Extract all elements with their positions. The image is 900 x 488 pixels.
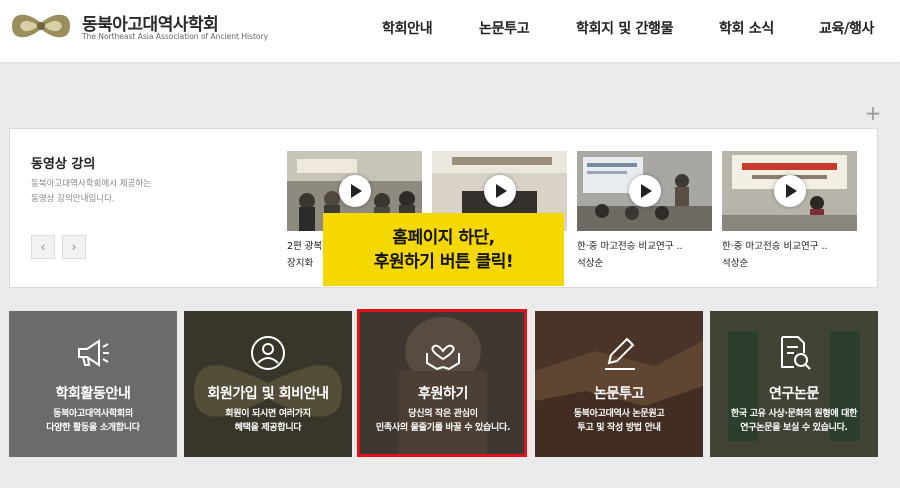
tile-desc-line: 동북아고대역사학회의 [53,409,133,419]
pen-icon [605,337,635,370]
video-author: 석상순 [722,258,749,269]
document-search-icon [781,336,811,370]
nav-education[interactable]: 교육/행사 [819,18,874,38]
nav-news[interactable]: 학회 소식 [719,18,774,38]
play-icon[interactable] [628,175,661,207]
heart-hands-icon [426,344,460,371]
tile-donate[interactable]: 후원하기 당신의 작은 관심이 민족사의 물줄기를 바꿀 수 있습니다. [359,311,527,457]
brand-subtitle: The Northeast Asia Association of Ancien… [82,32,269,41]
tile-desc: 당신의 작은 관심이 민족사의 물줄기를 바꿀 수 있습니다. [359,407,527,435]
megaphone-icon [78,339,109,367]
site-header: 동북아고대역사학회 The Northeast Asia Association… [0,0,900,62]
tile-desc: 회원이 되시면 여러가지 혜택을 제공합니다 [184,407,352,435]
tile-desc: 동북아고대역사학회의 다양한 활동을 소개합니다 [9,407,177,435]
callout-line: 홈페이지 하단, [392,227,495,248]
tile-desc-line: 혜택을 제공합니다 [234,423,302,433]
play-icon[interactable] [483,175,516,207]
tile-title: 학회활동안내 [55,386,131,402]
tile-desc: 동북아고대역사 논문원고 투고 및 작성 방법 안내 [535,407,703,435]
callout-line: 후원하기 버튼 클릭! [373,251,514,272]
nav-submission[interactable]: 논문투고 [479,18,530,38]
video-title[interactable]: 한·중 마고전승 비교연구 .. [722,238,857,252]
video-section-desc: 동북아고대역사학회에서 제공하는 동영상 강의안내입니다. [31,177,211,207]
play-icon[interactable] [773,175,806,207]
society-logo-icon[interactable] [8,9,74,43]
tile-desc-line: 투고 및 작성 방법 안내 [577,423,661,433]
tile-activities[interactable]: 학회활동안내 동북아고대역사학회의 다양한 활동을 소개합니다 [9,311,177,457]
tile-desc-line: 당신의 작은 관심이 [408,409,478,419]
tile-desc-line: 동북아고대역사 논문원고 [573,409,665,419]
tile-desc-line: 민족사의 물줄기를 바꿀 수 있습니다. [375,423,511,433]
expand-plus-icon[interactable]: + [864,103,882,123]
nav-journal[interactable]: 학회지 및 간행물 [576,18,674,38]
tile-title: 논문투고 [594,386,644,402]
nav-about[interactable]: 학회안내 [382,18,433,38]
tile-membership[interactable]: 회원가입 및 회비안내 회원이 되시면 여러가지 혜택을 제공합니다 [184,311,352,457]
video-card[interactable]: 한·중 마고전승 비교연구 .. 석상순 [722,151,857,269]
play-icon[interactable] [338,175,371,207]
next-arrow-button[interactable]: › [62,235,86,259]
video-desc-line: 동영상 강의안내입니다. [31,194,115,204]
video-author: 석상순 [577,258,604,269]
tile-desc-line: 다양한 활동을 소개합니다 [46,423,140,433]
tile-paper-submission[interactable]: 논문투고 동북아고대역사 논문원고 투고 및 작성 방법 안내 [535,311,703,457]
instruction-callout: 홈페이지 하단, 후원하기 버튼 클릭! [323,213,564,286]
video-thumbnail[interactable] [577,151,712,231]
video-card[interactable]: 한·중 마고전승 비교연구 .. 석상순 [577,151,712,269]
tile-desc-line: 연구논문을 보실 수 있습니다. [740,423,848,433]
tile-title: 후원하기 [418,386,468,402]
tile-desc: 한국 고유 사상·문화의 원형에 대한 연구논문을 보실 수 있습니다. [710,407,878,435]
video-desc-line: 동북아고대역사학회에서 제공하는 [31,179,152,189]
video-section-title: 동영상 강의 [31,157,96,172]
tile-desc-line: 한국 고유 사상·문화의 원형에 대한 [730,409,858,419]
prev-arrow-button[interactable]: ‹ [31,235,55,259]
tile-title: 연구논문 [769,386,819,402]
user-icon [251,336,285,370]
tile-desc-line: 회원이 되시면 여러가지 [225,409,311,419]
video-title[interactable]: 한·중 마고전승 비교연구 .. [577,238,712,252]
video-thumbnail[interactable] [722,151,857,231]
tile-title: 회원가입 및 회비안내 [207,386,329,402]
tile-research-papers[interactable]: 연구논문 한국 고유 사상·문화의 원형에 대한 연구논문을 보실 수 있습니다… [710,311,878,457]
